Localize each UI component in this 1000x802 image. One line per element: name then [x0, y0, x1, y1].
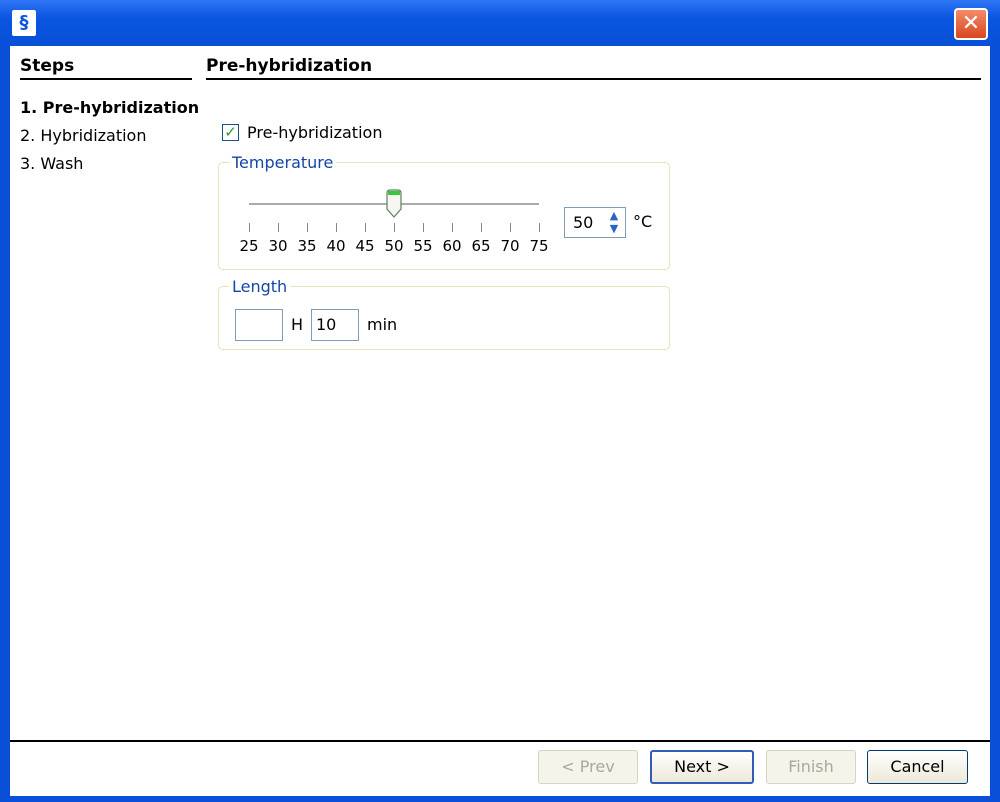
hours-label: H	[291, 315, 304, 334]
slider-tick-label: 70	[500, 237, 520, 255]
spin-down-icon[interactable]: ▼	[607, 222, 621, 235]
slider-tick	[452, 223, 453, 232]
slider-tick-label: 60	[442, 237, 462, 255]
cancel-button[interactable]: Cancel	[867, 750, 968, 784]
client-area: Steps Pre-hybridization 1. Pre-hybridiza…	[10, 46, 990, 796]
close-button[interactable]: ✕	[954, 8, 988, 40]
slider-tick-label: 25	[239, 237, 259, 255]
prehybridization-checkbox-row[interactable]: ✓ Pre-hybridization	[222, 121, 382, 143]
slider-tick	[365, 223, 366, 232]
slider-tick	[278, 223, 279, 232]
footer-divider	[10, 740, 990, 742]
slider-tick	[510, 223, 511, 232]
slider-tick	[307, 223, 308, 232]
slider-tick	[249, 223, 250, 232]
temperature-spinbox[interactable]: 50 ▲ ▼	[564, 207, 626, 238]
temperature-legend: Temperature	[229, 153, 337, 172]
prehybridization-checkbox-label: Pre-hybridization	[247, 122, 383, 142]
temperature-unit: °C	[633, 212, 653, 231]
slider-tick-label: 50	[384, 237, 404, 255]
slider-tick-label: 65	[471, 237, 491, 255]
app-icon: §	[12, 10, 36, 36]
slider-tick-label: 35	[297, 237, 317, 255]
steps-title: Steps	[20, 56, 75, 76]
slider-tick	[539, 223, 540, 232]
hours-input[interactable]	[235, 309, 283, 341]
slider-tick-label: 55	[413, 237, 433, 255]
step-item-wash[interactable]: 3. Wash	[20, 154, 83, 173]
temperature-group: Temperature 25 30 35 40 45 50 55 60 65 70 75 50 ▲ …	[218, 153, 670, 270]
minutes-input[interactable]: 10	[311, 309, 359, 341]
slider-tick	[394, 223, 395, 232]
length-legend: Length	[229, 277, 291, 296]
next-button[interactable]: Next >	[650, 750, 754, 784]
temperature-spin-value: 50	[573, 213, 594, 232]
steps-divider	[20, 78, 192, 80]
step-item-hybridization[interactable]: 2. Hybridization	[20, 126, 146, 145]
step-item-prehybridization[interactable]: 1. Pre-hybridization	[20, 98, 199, 117]
minutes-label: min	[367, 315, 398, 334]
wizard-window: § ✕ Steps Pre-hybridization 1. Pre-hybri…	[0, 0, 1000, 802]
slider-tick-label: 75	[529, 237, 549, 255]
page-title-divider	[206, 78, 981, 80]
slider-tick-label: 45	[355, 237, 375, 255]
prehybridization-checkbox[interactable]: ✓	[222, 123, 239, 141]
finish-button[interactable]: Finish	[766, 750, 856, 784]
prev-button[interactable]: < Prev	[538, 750, 638, 784]
slider-tick-label: 30	[268, 237, 288, 255]
spin-up-icon[interactable]: ▲	[607, 209, 621, 222]
slider-tick	[481, 223, 482, 232]
title-bar[interactable]: § ✕	[0, 0, 1000, 46]
temperature-slider-thumb[interactable]	[386, 189, 402, 219]
slider-tick	[336, 223, 337, 232]
page-title: Pre-hybridization	[206, 56, 373, 76]
length-group: Length H 10 min	[218, 277, 670, 350]
slider-tick-label: 40	[326, 237, 346, 255]
slider-tick	[423, 223, 424, 232]
